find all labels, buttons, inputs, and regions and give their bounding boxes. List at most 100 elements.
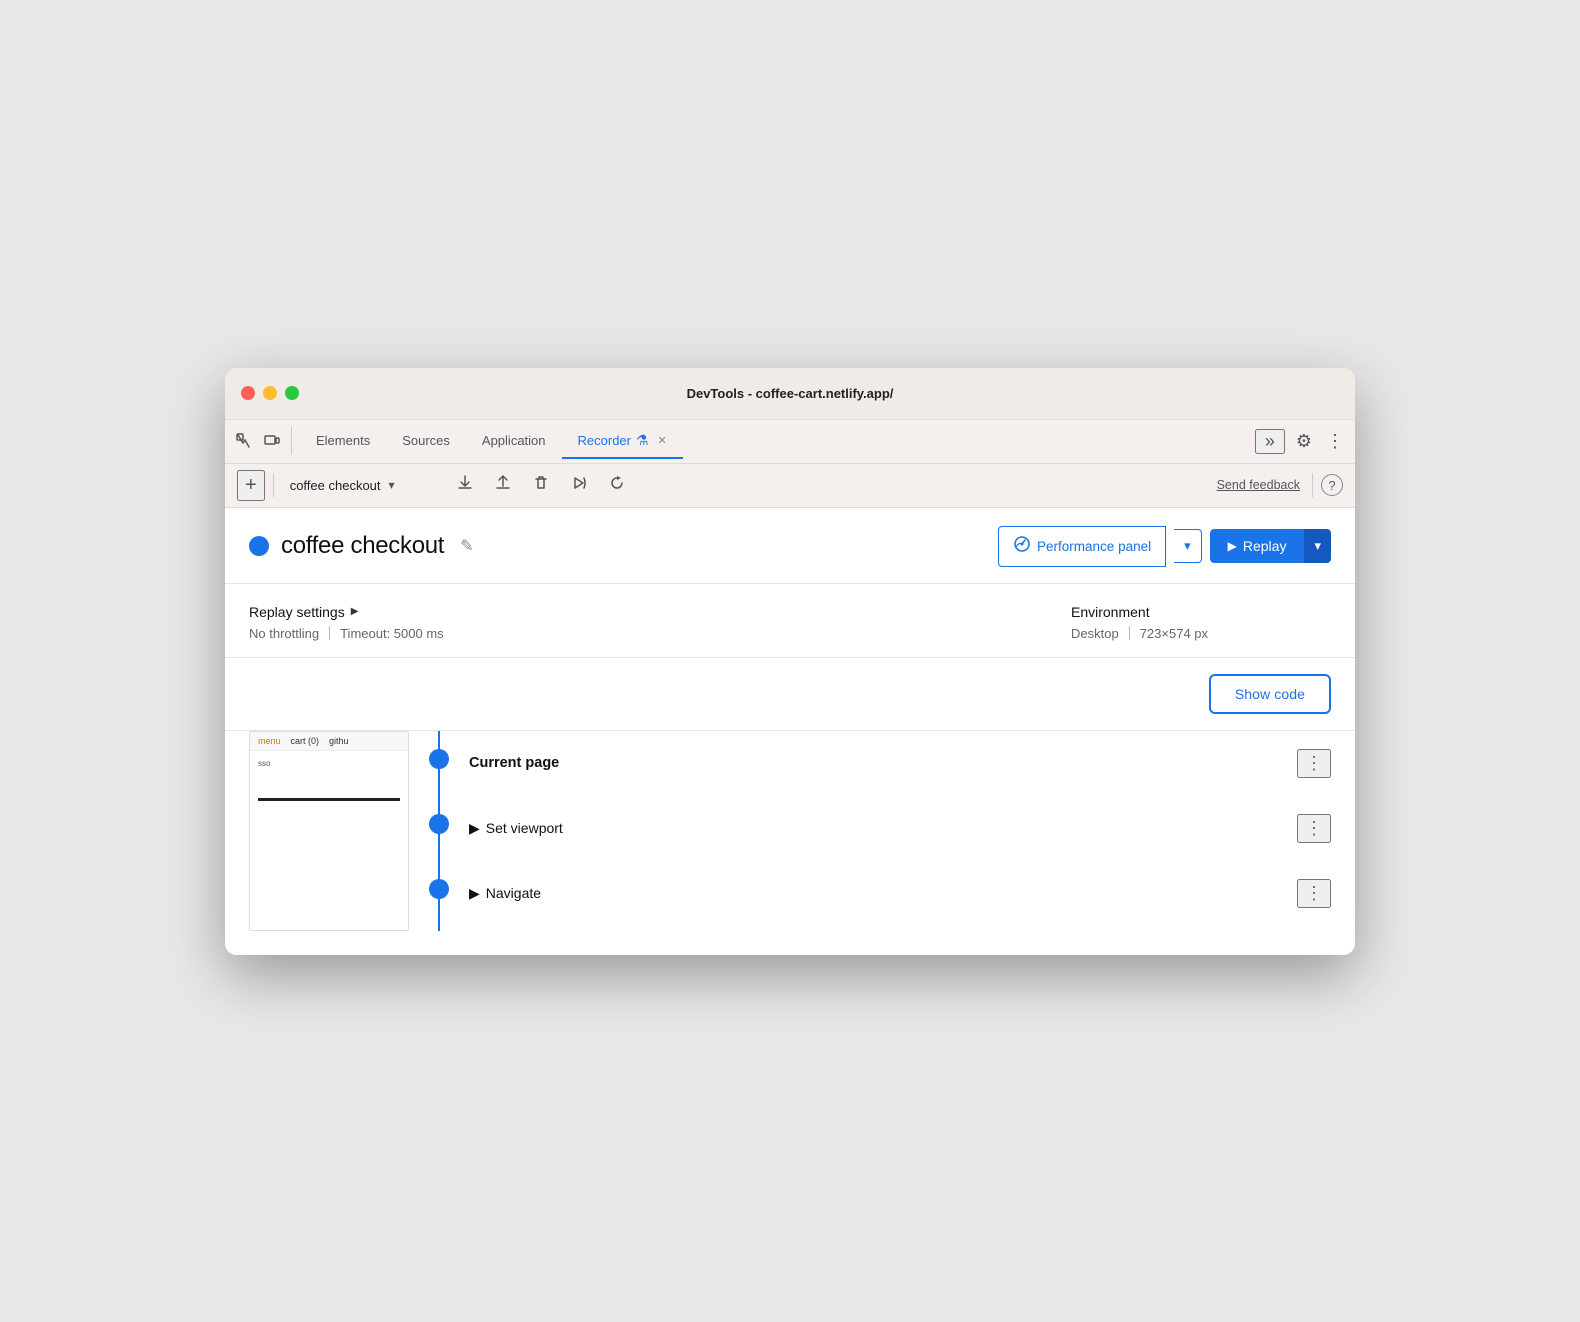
replay-dropdown-button[interactable]: ▾ [1304, 529, 1331, 563]
recorder-tab-label: Recorder [578, 433, 631, 448]
titlebar: DevTools - coffee-cart.netlify.app/ [225, 368, 1355, 420]
toolbar: + coffee checkout ▾ [225, 464, 1355, 508]
delete-button[interactable] [526, 470, 556, 501]
recording-thumbnail: menu cart (0) githu sso [249, 731, 409, 931]
recording-chevron-icon: ▾ [389, 478, 395, 492]
recorder-close-icon[interactable]: ✕ [658, 434, 667, 447]
device-icon[interactable] [261, 430, 283, 452]
env-resolution: 723×574 px [1140, 626, 1208, 641]
close-button[interactable] [241, 386, 255, 400]
settings-left: Replay settings ▶ No throttling Timeout:… [249, 604, 1071, 641]
recorder-beaker-icon: ⚗ [636, 432, 649, 449]
steps-list: Current page ⋮ ▶ Set viewport [429, 731, 1331, 931]
tab-sources[interactable]: Sources [386, 425, 466, 458]
step-dot-1 [429, 749, 449, 769]
send-feedback-button[interactable]: Send feedback [1213, 478, 1304, 492]
throttle-label: No throttling [249, 626, 319, 641]
settings-details: No throttling Timeout: 5000 ms [249, 626, 1071, 641]
more-options-button[interactable]: ⋮ [1323, 428, 1347, 455]
step-navigate: ▶ Navigate ⋮ [429, 861, 1331, 926]
tab-application[interactable]: Application [466, 425, 562, 458]
step-dot-wrap-2 [429, 814, 449, 834]
inspect-icon[interactable] [233, 430, 255, 452]
step-text-3: Navigate [486, 885, 541, 901]
step-set-viewport: ▶ Set viewport ⋮ [429, 796, 1331, 861]
refresh-button[interactable] [602, 470, 632, 501]
thumb-nav-menu: menu [258, 736, 281, 746]
tab-recorder[interactable]: Recorder ⚗ ✕ [562, 424, 683, 459]
step-label-set-viewport[interactable]: ▶ Set viewport [469, 820, 563, 837]
settings-section: Replay settings ▶ No throttling Timeout:… [225, 584, 1355, 658]
tab-elements[interactable]: Elements [300, 425, 386, 458]
step-label-navigate[interactable]: ▶ Navigate [469, 885, 541, 902]
performance-panel-icon [1013, 535, 1031, 558]
step-content-2: ▶ Set viewport ⋮ [469, 814, 1331, 843]
step-dot-2 [429, 814, 449, 834]
add-recording-button[interactable]: + [237, 470, 265, 501]
settings-title[interactable]: Replay settings ▶ [249, 604, 1071, 620]
titlebar-title: DevTools - coffee-cart.netlify.app/ [687, 386, 894, 401]
step-dot-wrap-3 [429, 879, 449, 899]
step-expand-icon-2: ▶ [469, 820, 480, 837]
step-label-current-page: Current page [469, 755, 559, 771]
timeout-label: Timeout: 5000 ms [340, 626, 444, 641]
replay-label: Replay [1243, 538, 1287, 554]
nav-icon-group [233, 427, 292, 455]
env-separator [1129, 626, 1130, 640]
nav-bar: Elements Sources Application Recorder ⚗ … [225, 420, 1355, 464]
thumb-nav-cart: cart (0) [291, 736, 320, 746]
settings-title-text: Replay settings [249, 604, 345, 620]
toolbar-divider-1 [273, 473, 274, 497]
step-menu-current-page[interactable]: ⋮ [1297, 749, 1331, 778]
thumb-text: sso [258, 759, 400, 768]
traffic-lights [241, 386, 299, 400]
header-actions: Performance panel ▾ ▶ Replay ▾ [998, 526, 1331, 567]
replay-main-button[interactable]: ▶ Replay [1210, 529, 1305, 563]
step-menu-navigate[interactable]: ⋮ [1297, 879, 1331, 908]
thumb-bar [258, 798, 400, 801]
step-content-1: Current page ⋮ [469, 749, 1331, 778]
step-current-page: Current page ⋮ [429, 731, 1331, 796]
step-text-2: Set viewport [486, 820, 563, 836]
nav-right: » ⚙ ⋮ [1255, 428, 1347, 455]
show-code-section: Show code [225, 658, 1355, 731]
performance-panel-button[interactable]: Performance panel [998, 526, 1166, 567]
settings-gear-button[interactable]: ⚙ [1293, 428, 1315, 455]
env-title: Environment [1071, 604, 1331, 620]
edit-title-icon[interactable]: ✎ [456, 532, 477, 560]
performance-panel-dropdown[interactable]: ▾ [1174, 529, 1202, 563]
play-button[interactable] [564, 470, 594, 501]
minimize-button[interactable] [263, 386, 277, 400]
settings-separator [329, 626, 330, 640]
step-dot-wrap-1 [429, 749, 449, 769]
devtools-window: DevTools - coffee-cart.netlify.app/ Elem… [225, 368, 1355, 955]
thumb-nav-github: githu [329, 736, 349, 746]
more-tabs-button[interactable]: » [1255, 429, 1285, 454]
thumb-content: sso [250, 751, 408, 809]
thumb-nav: menu cart (0) githu [250, 732, 408, 751]
performance-panel-label: Performance panel [1037, 539, 1151, 554]
import-button[interactable] [488, 470, 518, 501]
toolbar-divider-2 [1312, 473, 1313, 497]
export-button[interactable] [450, 470, 480, 501]
main-panel: coffee checkout ✎ Performance panel ▾ [225, 508, 1355, 955]
step-content-3: ▶ Navigate ⋮ [469, 879, 1331, 908]
recording-header: coffee checkout ✎ Performance panel ▾ [225, 508, 1355, 584]
show-code-button[interactable]: Show code [1209, 674, 1331, 714]
steps-section: menu cart (0) githu sso [225, 731, 1355, 955]
recording-title: coffee checkout [281, 532, 444, 560]
nav-tabs: Elements Sources Application Recorder ⚗ … [300, 424, 1255, 459]
recording-name: coffee checkout [290, 478, 381, 493]
step-dot-3 [429, 879, 449, 899]
recording-status-dot [249, 536, 269, 556]
settings-right: Environment Desktop 723×574 px [1071, 604, 1331, 641]
step-expand-icon-3: ▶ [469, 885, 480, 902]
maximize-button[interactable] [285, 386, 299, 400]
step-menu-set-viewport[interactable]: ⋮ [1297, 814, 1331, 843]
help-button[interactable]: ? [1321, 474, 1343, 496]
settings-expand-icon: ▶ [351, 606, 359, 617]
replay-play-icon: ▶ [1228, 539, 1237, 553]
steps-layout: menu cart (0) githu sso [249, 731, 1331, 931]
recording-selector[interactable]: coffee checkout ▾ [282, 474, 442, 497]
replay-button-group: ▶ Replay ▾ [1210, 529, 1331, 563]
